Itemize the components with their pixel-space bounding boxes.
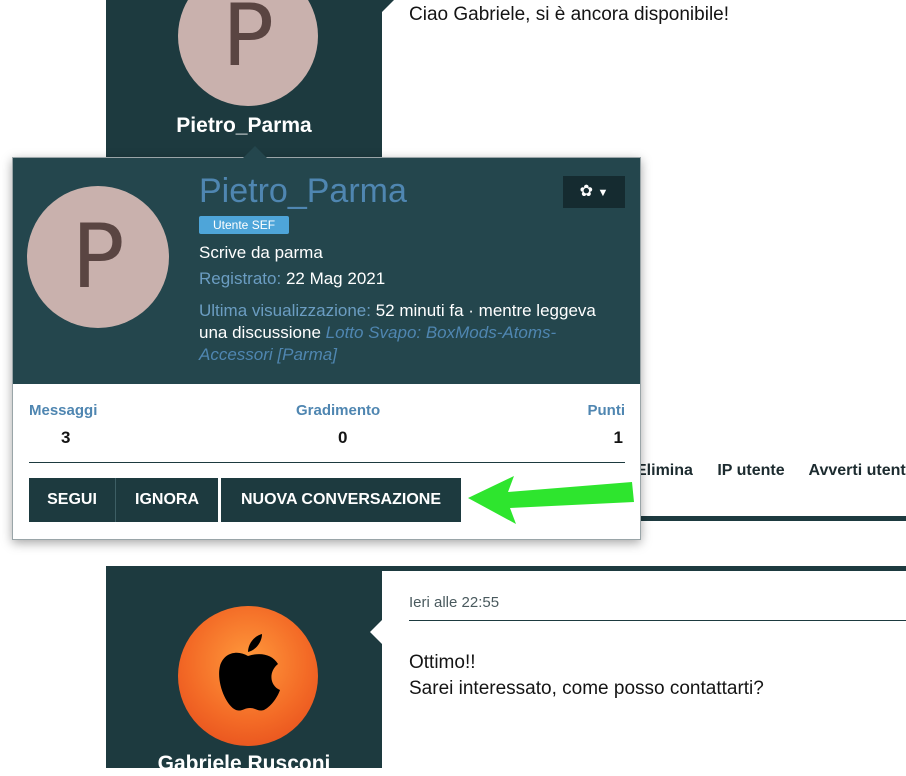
- rating-value: 0: [338, 428, 347, 448]
- profile-name[interactable]: Pietro_Parma: [199, 172, 407, 211]
- profile-card-header: P Pietro_Parma Utente SEF Scrive da parm…: [13, 158, 640, 384]
- post2-user-panel: Gabriele Rusconi: [106, 566, 382, 768]
- post2-username[interactable]: Gabriele Rusconi: [106, 752, 382, 776]
- ignore-button[interactable]: IGNORA: [116, 478, 218, 522]
- points-label[interactable]: Punti: [588, 402, 626, 419]
- ip-link[interactable]: IP utente: [717, 462, 784, 479]
- post2-divider: [382, 566, 906, 571]
- post2-line2: Sarei interessato, come posso contattart…: [409, 676, 764, 702]
- follow-button[interactable]: SEGUI: [29, 478, 115, 522]
- profile-registered: Registrato: 22 Mag 2021: [199, 268, 609, 290]
- new-conversation-button[interactable]: NUOVA CONVERSAZIONE: [221, 478, 461, 522]
- avatar[interactable]: P: [178, 0, 318, 106]
- profile-stats: Messaggi 3 Gradimento 0 Punti 1: [29, 402, 625, 452]
- registered-value: 22 Mag 2021: [286, 269, 385, 288]
- post1-user-panel: P Pietro_Parma: [106, 0, 382, 160]
- messages-label[interactable]: Messaggi: [29, 402, 97, 419]
- chevron-down-icon: ▼: [597, 187, 608, 199]
- warn-link[interactable]: Avverti utente: [809, 462, 906, 479]
- delete-link[interactable]: Elimina: [636, 462, 693, 479]
- rating-label: Gradimento: [296, 402, 380, 419]
- post1-username[interactable]: Pietro_Parma: [106, 114, 382, 138]
- message-pointer: [382, 0, 394, 12]
- apple-logo-icon: [178, 606, 318, 746]
- post2-line1: Ottimo!!: [409, 650, 764, 676]
- card-divider: [29, 462, 625, 463]
- registered-label: Registrato:: [199, 269, 281, 288]
- last-seen-label: Ultima visualizzazione:: [199, 301, 371, 320]
- gear-icon: ✿: [580, 183, 593, 200]
- user-badge: Utente SEF: [199, 216, 289, 234]
- messages-value[interactable]: 3: [61, 428, 70, 448]
- post2-message: Ottimo!! Sarei interessato, come posso c…: [409, 650, 764, 702]
- profile-location: Scrive da parma: [199, 242, 609, 264]
- post-divider: [636, 516, 906, 521]
- card-pointer: [243, 146, 267, 158]
- post2-header-divider: [409, 620, 906, 621]
- post-actions: Elimina IP utente Avverti utente: [636, 462, 906, 480]
- green-arrow-icon: [460, 466, 640, 526]
- profile-last-seen: Ultima visualizzazione: 52 minuti fa · m…: [199, 300, 609, 366]
- post2-date[interactable]: Ieri alle 22:55: [409, 594, 499, 611]
- profile-avatar[interactable]: P: [27, 186, 169, 328]
- message-pointer: [370, 620, 382, 644]
- avatar[interactable]: [178, 606, 318, 746]
- post1-message: Ciao Gabriele, si è ancora disponibile!: [409, 4, 729, 26]
- points-value[interactable]: 1: [614, 428, 623, 448]
- settings-dropdown-button[interactable]: ✿ ▼: [563, 176, 625, 208]
